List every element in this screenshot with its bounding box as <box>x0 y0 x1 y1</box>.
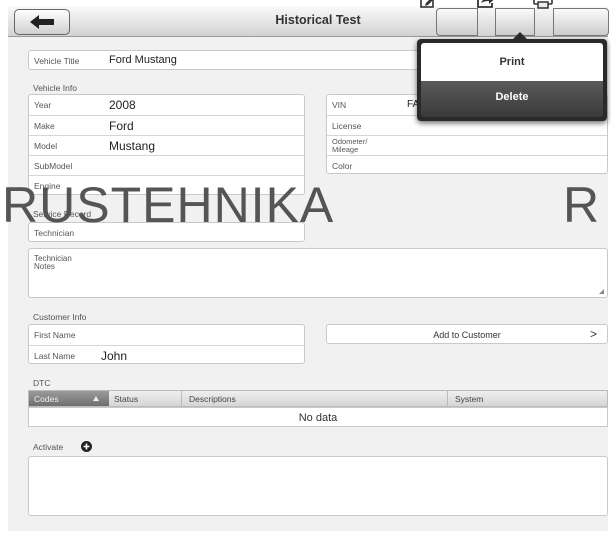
delete-menu-label: Delete <box>495 91 529 103</box>
year-label: Year <box>34 100 52 110</box>
technician-label: Technician <box>34 228 75 238</box>
page-title: Historical Test <box>275 13 361 27</box>
first-name-row[interactable]: First Name <box>29 325 304 345</box>
technician-notes-label: Technician Notes <box>34 254 72 271</box>
delete-menu-item[interactable]: Delete <box>421 81 603 117</box>
vehicle-info-heading: Vehicle Info <box>33 83 77 93</box>
customer-name-box: First Name Last Name John <box>28 324 305 364</box>
print-menu-label: Print <box>499 56 525 68</box>
model-label: Model <box>34 141 58 151</box>
vin-label: VIN <box>332 100 347 110</box>
engine-label: Engine <box>34 181 61 191</box>
codes-column-header[interactable]: Codes <box>29 391 109 406</box>
vehicle-title-label: Vehicle Title <box>34 56 80 66</box>
model-row[interactable]: Model Mustang <box>29 135 304 155</box>
historical-test-screen: Historical Test Vehicle Title Ford Musta… <box>0 0 611 535</box>
resize-handle-icon[interactable] <box>599 289 604 294</box>
dtc-table-body: No data <box>28 407 608 427</box>
add-to-customer-label: Add to Customer <box>433 330 501 340</box>
edit-button[interactable] <box>420 0 478 36</box>
print-menu-item[interactable]: Print <box>421 43 603 81</box>
submodel-row[interactable]: SubModel <box>29 155 304 175</box>
make-label: Make <box>34 121 55 131</box>
year-row[interactable]: Year 2008 <box>29 95 304 115</box>
print-button[interactable] <box>533 0 609 36</box>
vehicle-info-left: Year 2008 Make Ford Model Mustang SubMod… <box>28 94 305 195</box>
share-popup-menu: Print Delete <box>417 32 607 121</box>
year-value: 2008 <box>109 98 136 112</box>
make-value: Ford <box>109 119 134 133</box>
customer-info-heading: Customer Info <box>33 312 87 322</box>
chevron-right-icon: > <box>589 327 597 341</box>
descriptions-column-label[interactable]: Descriptions <box>189 394 236 404</box>
color-label: Color <box>332 161 353 171</box>
back-arrow-icon <box>28 14 56 35</box>
odometer-row[interactable]: Odometer/ Mileage <box>327 135 607 155</box>
vehicle-title-value: Ford Mustang <box>109 54 177 66</box>
activate-heading: Activate <box>33 441 92 452</box>
model-value: Mustang <box>109 139 156 153</box>
submodel-label: SubModel <box>34 161 73 171</box>
dtc-heading: DTC <box>33 378 51 388</box>
last-name-row[interactable]: Last Name John <box>29 345 304 365</box>
activate-label: Activate <box>33 442 64 452</box>
first-name-label: First Name <box>34 330 76 340</box>
system-column-label[interactable]: System <box>455 394 483 404</box>
back-button[interactable] <box>14 9 70 35</box>
column-divider <box>181 391 182 406</box>
technician-notes-field[interactable]: Technician Notes <box>28 248 608 298</box>
last-name-value: John <box>101 349 128 363</box>
no-data-text: No data <box>298 412 338 424</box>
add-to-customer-button[interactable]: Add to Customer > <box>326 324 608 344</box>
status-column-label[interactable]: Status <box>114 394 138 404</box>
make-row[interactable]: Make Ford <box>29 115 304 135</box>
codes-column-label: Codes <box>34 394 59 404</box>
last-name-label: Last Name <box>34 351 76 361</box>
service-record-heading: Service Record <box>33 209 92 219</box>
column-divider <box>447 391 448 406</box>
plus-circle-icon[interactable] <box>81 441 92 452</box>
engine-row[interactable]: Engine <box>29 175 304 195</box>
license-label: License <box>332 121 362 131</box>
activate-box[interactable] <box>28 456 608 516</box>
color-row[interactable]: Color <box>327 155 607 175</box>
odometer-label: Odometer/ Mileage <box>332 137 368 154</box>
vehicle-title-field[interactable]: Vehicle Title Ford Mustang <box>28 50 428 70</box>
sort-arrow-icon <box>93 396 99 401</box>
dtc-table-header: Codes Status Descriptions System <box>28 390 608 407</box>
technician-field[interactable]: Technician <box>28 222 305 242</box>
